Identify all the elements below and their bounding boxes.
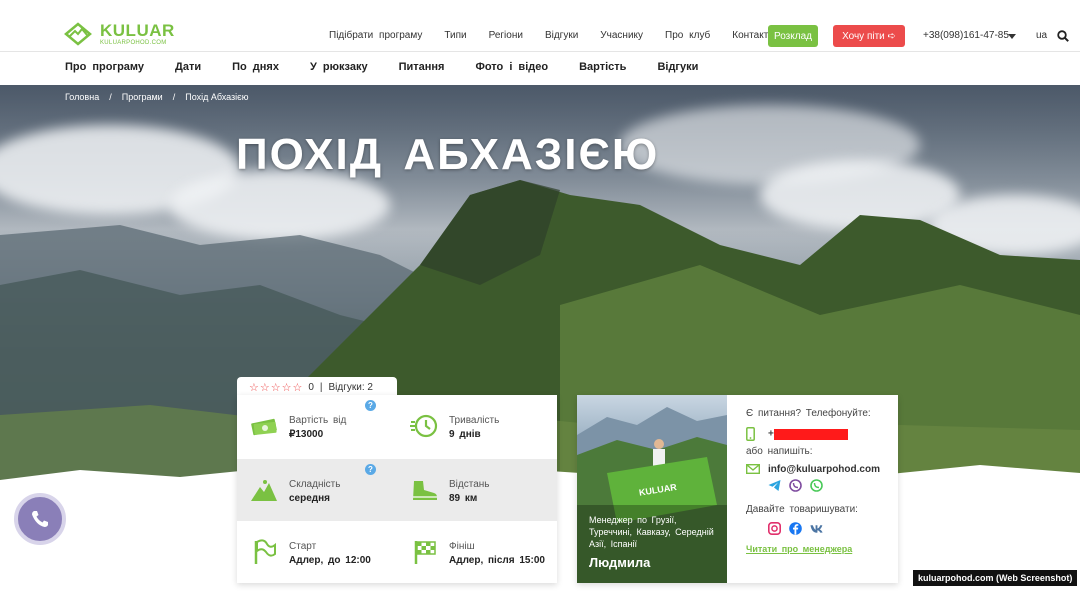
price-label: Вартість від: [289, 415, 347, 426]
difficulty-value: середня: [289, 493, 331, 504]
top-navigation: Підібрати програму Типи Регіони Відгуки …: [329, 30, 796, 41]
manager-email[interactable]: info@kuluarpohod.com: [768, 464, 880, 475]
duration-value: 9 днів: [449, 429, 481, 440]
mobile-phone-icon: [746, 427, 755, 441]
start-label: Старт: [289, 541, 317, 552]
manager-card: KULUAR Менеджер по Грузії, Туреччині, Ка…: [577, 395, 898, 583]
facebook-icon[interactable]: [789, 522, 802, 535]
start-flag-icon: [254, 539, 276, 564]
befriend-text: Давайте товаришувати:: [746, 504, 858, 515]
duration-label: Тривалість: [449, 415, 500, 426]
phone-handset-icon: [32, 511, 48, 527]
subnav-item-reviews[interactable]: Відгуки: [657, 61, 698, 73]
telegram-icon[interactable]: [768, 479, 781, 492]
social-icons: [768, 522, 831, 535]
finish-flag-icon: [414, 541, 436, 564]
distance-value: 89 км: [449, 493, 478, 504]
callback-button[interactable]: [14, 493, 66, 545]
schedule-button[interactable]: Розклад: [768, 25, 818, 47]
finish-cell: Фініш Адлер, після 15:00: [397, 521, 557, 583]
manager-name: Людмила: [589, 555, 651, 570]
breadcrumb-programs[interactable]: Програми: [122, 92, 163, 102]
breadcrumb-current: Похід Абхазією: [185, 92, 249, 102]
header-phone[interactable]: +38(098)161-47-85: [923, 30, 1009, 41]
read-about-manager-link[interactable]: Читати про менеджера: [746, 544, 852, 554]
subnav-item-by-days[interactable]: По днях: [232, 61, 279, 73]
page-title: ПОХІД АБХАЗІЄЮ: [236, 130, 660, 179]
subnav-item-photo-video[interactable]: Фото і відео: [475, 61, 548, 73]
subnav-item-dates[interactable]: Дати: [175, 61, 201, 73]
price-cell: Вартість від ₽13000 ?: [237, 395, 397, 457]
program-subnav: Про програму Дати По днях У рюкзаку Пита…: [0, 52, 1080, 85]
rating-separator: |: [319, 381, 323, 393]
money-icon: [251, 418, 277, 436]
want-to-go-button[interactable]: Хочу піти ➪: [833, 25, 905, 47]
finish-label: Фініш: [449, 541, 475, 552]
start-cell: Старт Адлер, до 12:00: [237, 521, 397, 583]
search-icon[interactable]: [1057, 30, 1069, 42]
distance-label: Відстань: [449, 479, 490, 490]
reviews-count[interactable]: Відгуки: 2: [328, 382, 372, 393]
email-row[interactable]: info@kuluarpohod.com: [746, 464, 880, 475]
phone-dropdown-chevron-icon[interactable]: [1008, 34, 1016, 39]
language-switch[interactable]: ua: [1036, 30, 1047, 41]
start-value: Адлер, до 12:00: [289, 555, 371, 566]
nav-item-regions[interactable]: Регіони: [489, 30, 523, 41]
or-write-text: або напишіть:: [746, 446, 813, 457]
subnav-item-price[interactable]: Вартість: [579, 61, 626, 73]
price-help-icon[interactable]: ?: [365, 400, 376, 411]
nav-item-choose-program[interactable]: Підібрати програму: [329, 30, 422, 41]
mountain-climb-icon: [251, 480, 277, 501]
nav-item-reviews[interactable]: Відгуки: [545, 30, 578, 41]
question-text: Є питання? Телефонуйте:: [746, 408, 871, 419]
boot-icon: [413, 481, 437, 500]
breadcrumb-separator: /: [109, 92, 112, 102]
vk-icon[interactable]: [810, 522, 823, 535]
price-value: ₽13000: [289, 429, 324, 440]
duration-cell: Тривалість 9 днів: [397, 395, 557, 457]
manager-photo: KULUAR Менеджер по Грузії, Туреччині, Ка…: [577, 395, 727, 583]
difficulty-cell: Складність середня ?: [237, 459, 397, 521]
logo-mountain-icon: [64, 22, 92, 46]
top-header: KULUAR KULUARPOHOD.COM Підібрати програм…: [0, 0, 1080, 52]
distance-cell: Відстань 89 км: [397, 459, 557, 521]
subnav-item-backpack[interactable]: У рюкзаку: [310, 61, 368, 73]
rating-tab: ☆☆☆☆☆ 0 | Відгуки: 2: [237, 377, 397, 397]
breadcrumb: Головна / Програми / Похід Абхазією: [65, 92, 259, 102]
instagram-icon[interactable]: [768, 522, 781, 535]
read-manager-link-row: Читати про менеджера: [746, 544, 852, 555]
difficulty-help-icon[interactable]: ?: [365, 464, 376, 475]
nav-item-about-club[interactable]: Про клуб: [665, 30, 710, 41]
viber-icon[interactable]: [789, 479, 802, 492]
envelope-icon: [746, 464, 760, 475]
nav-item-participant[interactable]: Учаснику: [600, 30, 643, 41]
messenger-icons: [768, 479, 831, 492]
phone-row[interactable]: +: [746, 427, 848, 441]
subnav-item-about[interactable]: Про програму: [65, 61, 144, 73]
breadcrumb-home[interactable]: Головна: [65, 92, 99, 102]
nav-item-types[interactable]: Типи: [444, 30, 466, 41]
rating-stars[interactable]: ☆☆☆☆☆: [249, 381, 303, 394]
finish-value: Адлер, після 15:00: [449, 555, 545, 566]
clock-icon: [410, 414, 438, 438]
site-logo[interactable]: KULUAR KULUARPOHOD.COM: [64, 22, 175, 46]
redacted-phone: [773, 428, 848, 440]
subnav-item-questions[interactable]: Питання: [399, 61, 445, 73]
watermark-caption: kuluarpohod.com (Web Screenshot): [913, 570, 1078, 586]
logo-subtitle: KULUARPOHOD.COM: [100, 40, 167, 46]
difficulty-label: Складність: [289, 479, 341, 490]
breadcrumb-separator: /: [172, 92, 176, 102]
rating-score: 0: [308, 381, 314, 393]
manager-caption: Менеджер по Грузії, Туреччині, Кавказу, …: [589, 515, 714, 549]
whatsapp-icon[interactable]: [810, 479, 823, 492]
logo-name: KULUAR: [100, 21, 175, 40]
trip-info-card: Вартість від ₽13000 ? Тривалість 9 днів …: [237, 395, 557, 583]
